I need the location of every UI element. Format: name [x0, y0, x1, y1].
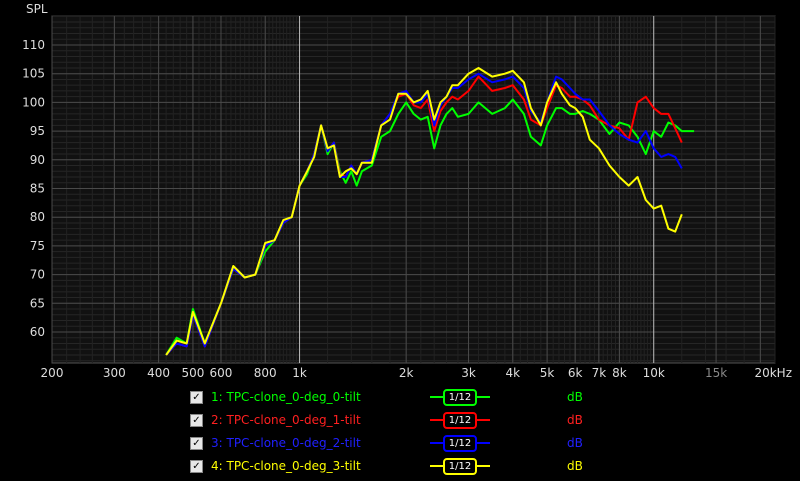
y-axis-labels: 60 65 70 75 80 85 90 95 100 105 110 [22, 38, 45, 339]
legend-row-2: ✓ 2: TPC-clone_0-deg_1-tilt 1/12 dB [190, 410, 610, 430]
y-tick-label: 75 [30, 239, 45, 253]
x-tick-label: 1k [292, 366, 307, 380]
y-tick-label: 60 [30, 325, 45, 339]
spl-chart: 200 300 400 500 600 800 1k 2k 3k 4k 5k 6k 7k 8k 10k 15k… [22, 2, 792, 380]
series-2-smoothing-value: 1/12 [443, 412, 477, 429]
y-tick-label: 110 [22, 38, 45, 52]
y-tick-label: 105 [22, 67, 45, 81]
series-1-smoothing-value: 1/12 [443, 389, 477, 406]
x-tick-label: 400 [147, 366, 170, 380]
x-tick-label: 5k [540, 366, 555, 380]
series-3-smoothing-value: 1/12 [443, 435, 477, 452]
x-tick-label: 15k [705, 366, 727, 380]
x-tick-label: 200 [41, 366, 64, 380]
x-tick-label: 4k [505, 366, 520, 380]
x-tick-label: 600 [210, 366, 233, 380]
series-4-label[interactable]: 4: TPC-clone_0-deg_3-tilt [211, 459, 421, 473]
series-2-smoothing[interactable]: 1/12 [430, 412, 490, 429]
x-tick-label: 7k [592, 366, 607, 380]
series-2-label[interactable]: 2: TPC-clone_0-deg_1-tilt [211, 413, 421, 427]
series-2-checkbox[interactable]: ✓ [190, 413, 203, 427]
series-3-unit: dB [567, 436, 583, 450]
y-tick-label: 70 [30, 268, 45, 282]
series-4-unit: dB [567, 459, 583, 473]
series-2-unit: dB [567, 413, 583, 427]
y-axis-title: SPL [26, 2, 48, 16]
series-3-smoothing[interactable]: 1/12 [430, 435, 490, 452]
y-tick-label: 95 [30, 124, 45, 138]
x-tick-label: 3k [461, 366, 476, 380]
series-4-smoothing[interactable]: 1/12 [430, 458, 490, 475]
y-tick-label: 80 [30, 210, 45, 224]
y-tick-label: 90 [30, 153, 45, 167]
x-tick-label: 500 [181, 366, 204, 380]
legend-row-4: ✓ 4: TPC-clone_0-deg_3-tilt 1/12 dB [190, 456, 610, 476]
y-tick-label: 65 [30, 296, 45, 310]
x-tick-label: 20kHz [754, 366, 792, 380]
x-tick-label: 800 [254, 366, 277, 380]
x-tick-label: 6k [568, 366, 583, 380]
x-tick-label: 300 [103, 366, 126, 380]
series-1-unit: dB [567, 390, 583, 404]
y-tick-label: 100 [22, 95, 45, 109]
y-tick-label: 85 [30, 182, 45, 196]
series-1-smoothing[interactable]: 1/12 [430, 389, 490, 406]
legend-row-1: ✓ 1: TPC-clone_0-deg_0-tilt 1/12 dB [190, 387, 610, 407]
legend-row-3: ✓ 3: TPC-clone_0-deg_2-tilt 1/12 dB [190, 433, 610, 453]
x-axis-labels: 200 300 400 500 600 800 1k 2k 3k 4k 5k 6k 7k 8k 10k 15k… [41, 366, 792, 380]
x-tick-label: 10k [643, 366, 665, 380]
series-4-checkbox[interactable]: ✓ [190, 459, 203, 473]
series-4-smoothing-value: 1/12 [443, 458, 477, 475]
series-1-label[interactable]: 1: TPC-clone_0-deg_0-tilt [211, 390, 421, 404]
series-1-checkbox[interactable]: ✓ [190, 390, 203, 404]
x-tick-label: 8k [612, 366, 627, 380]
x-tick-label: 2k [399, 366, 414, 380]
series-3-label[interactable]: 3: TPC-clone_0-deg_2-tilt [211, 436, 421, 450]
series-3-checkbox[interactable]: ✓ [190, 436, 203, 450]
